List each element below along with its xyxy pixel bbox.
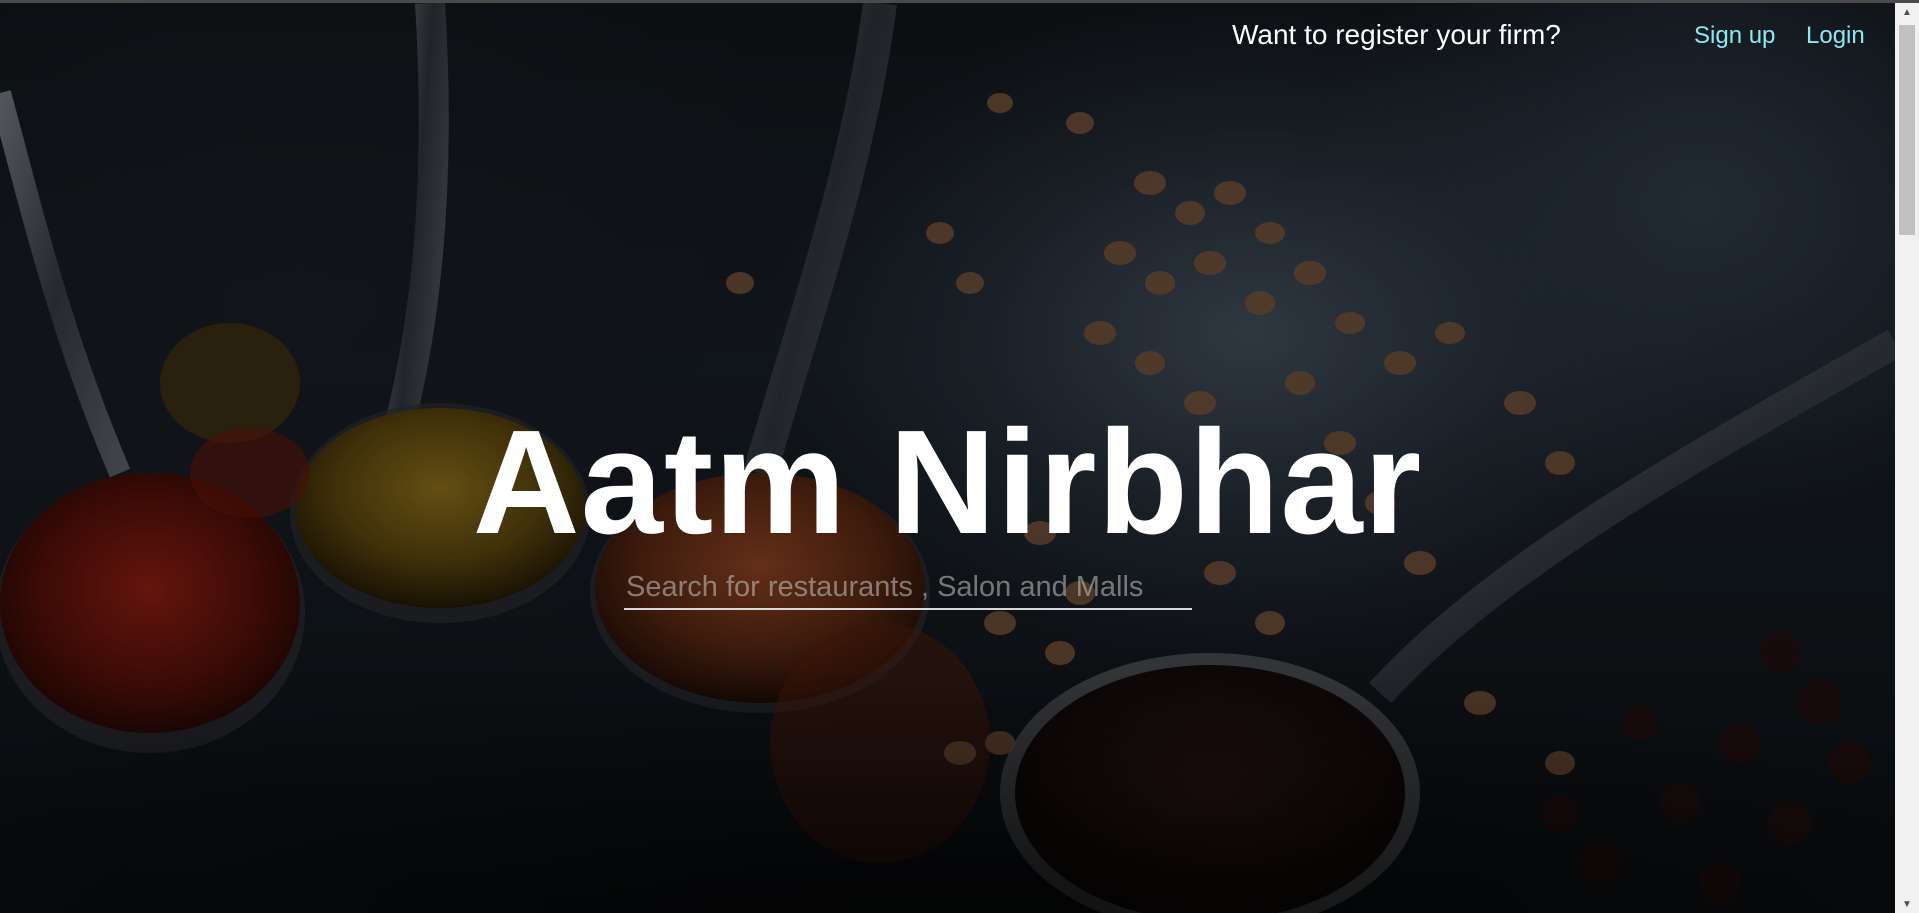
scroll-thumb[interactable] [1899, 25, 1915, 235]
register-firm-text: Want to register your firm? [1232, 19, 1561, 50]
login-link[interactable]: Login [1806, 22, 1865, 50]
signup-link[interactable]: Sign up [1694, 22, 1775, 50]
search-input[interactable] [624, 566, 1192, 610]
top-navbar: Want to register your firm? Sign up Logi… [0, 3, 1895, 67]
scroll-up-arrow-icon[interactable]: ▲ [1895, 3, 1919, 21]
site-title: Aatm Nirbhar [472, 400, 1423, 566]
page: Want to register your firm? Sign up Logi… [0, 0, 1919, 913]
top-border [0, 0, 1919, 3]
scroll-down-arrow-icon[interactable]: ▼ [1895, 895, 1919, 913]
vertical-scrollbar[interactable]: ▲ ▼ [1895, 3, 1919, 913]
